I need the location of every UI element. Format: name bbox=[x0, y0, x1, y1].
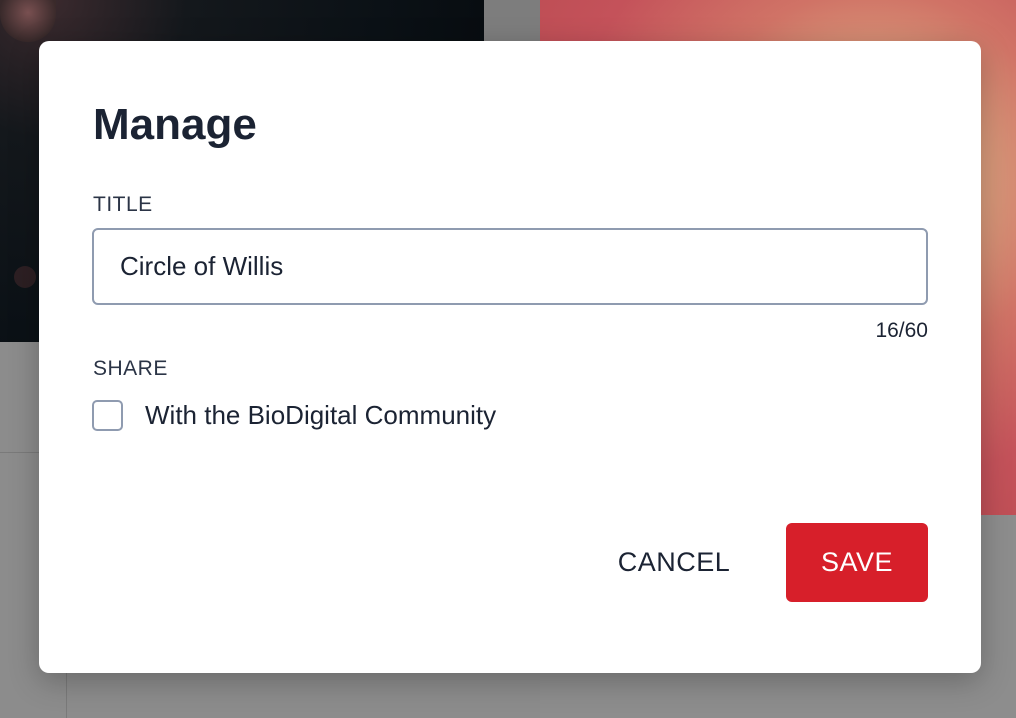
dialog-title: Manage bbox=[93, 100, 257, 149]
cancel-button[interactable]: CANCEL bbox=[599, 523, 749, 602]
share-community-checkbox[interactable] bbox=[92, 400, 123, 431]
save-button[interactable]: SAVE bbox=[786, 523, 928, 602]
share-community-option[interactable]: With the BioDigital Community bbox=[92, 400, 496, 431]
title-field-label: TITLE bbox=[93, 193, 153, 216]
title-input[interactable] bbox=[92, 228, 928, 305]
manage-dialog: Manage TITLE 16/60 SHARE With the BioDig… bbox=[39, 41, 981, 673]
background-thumbnail-graphic bbox=[0, 0, 56, 42]
background-thumbnail-graphic bbox=[14, 266, 36, 288]
divider bbox=[66, 672, 67, 718]
share-label: SHARE bbox=[93, 357, 168, 380]
divider bbox=[0, 452, 40, 453]
character-counter: 16/60 bbox=[875, 319, 928, 342]
share-community-label: With the BioDigital Community bbox=[145, 400, 497, 430]
